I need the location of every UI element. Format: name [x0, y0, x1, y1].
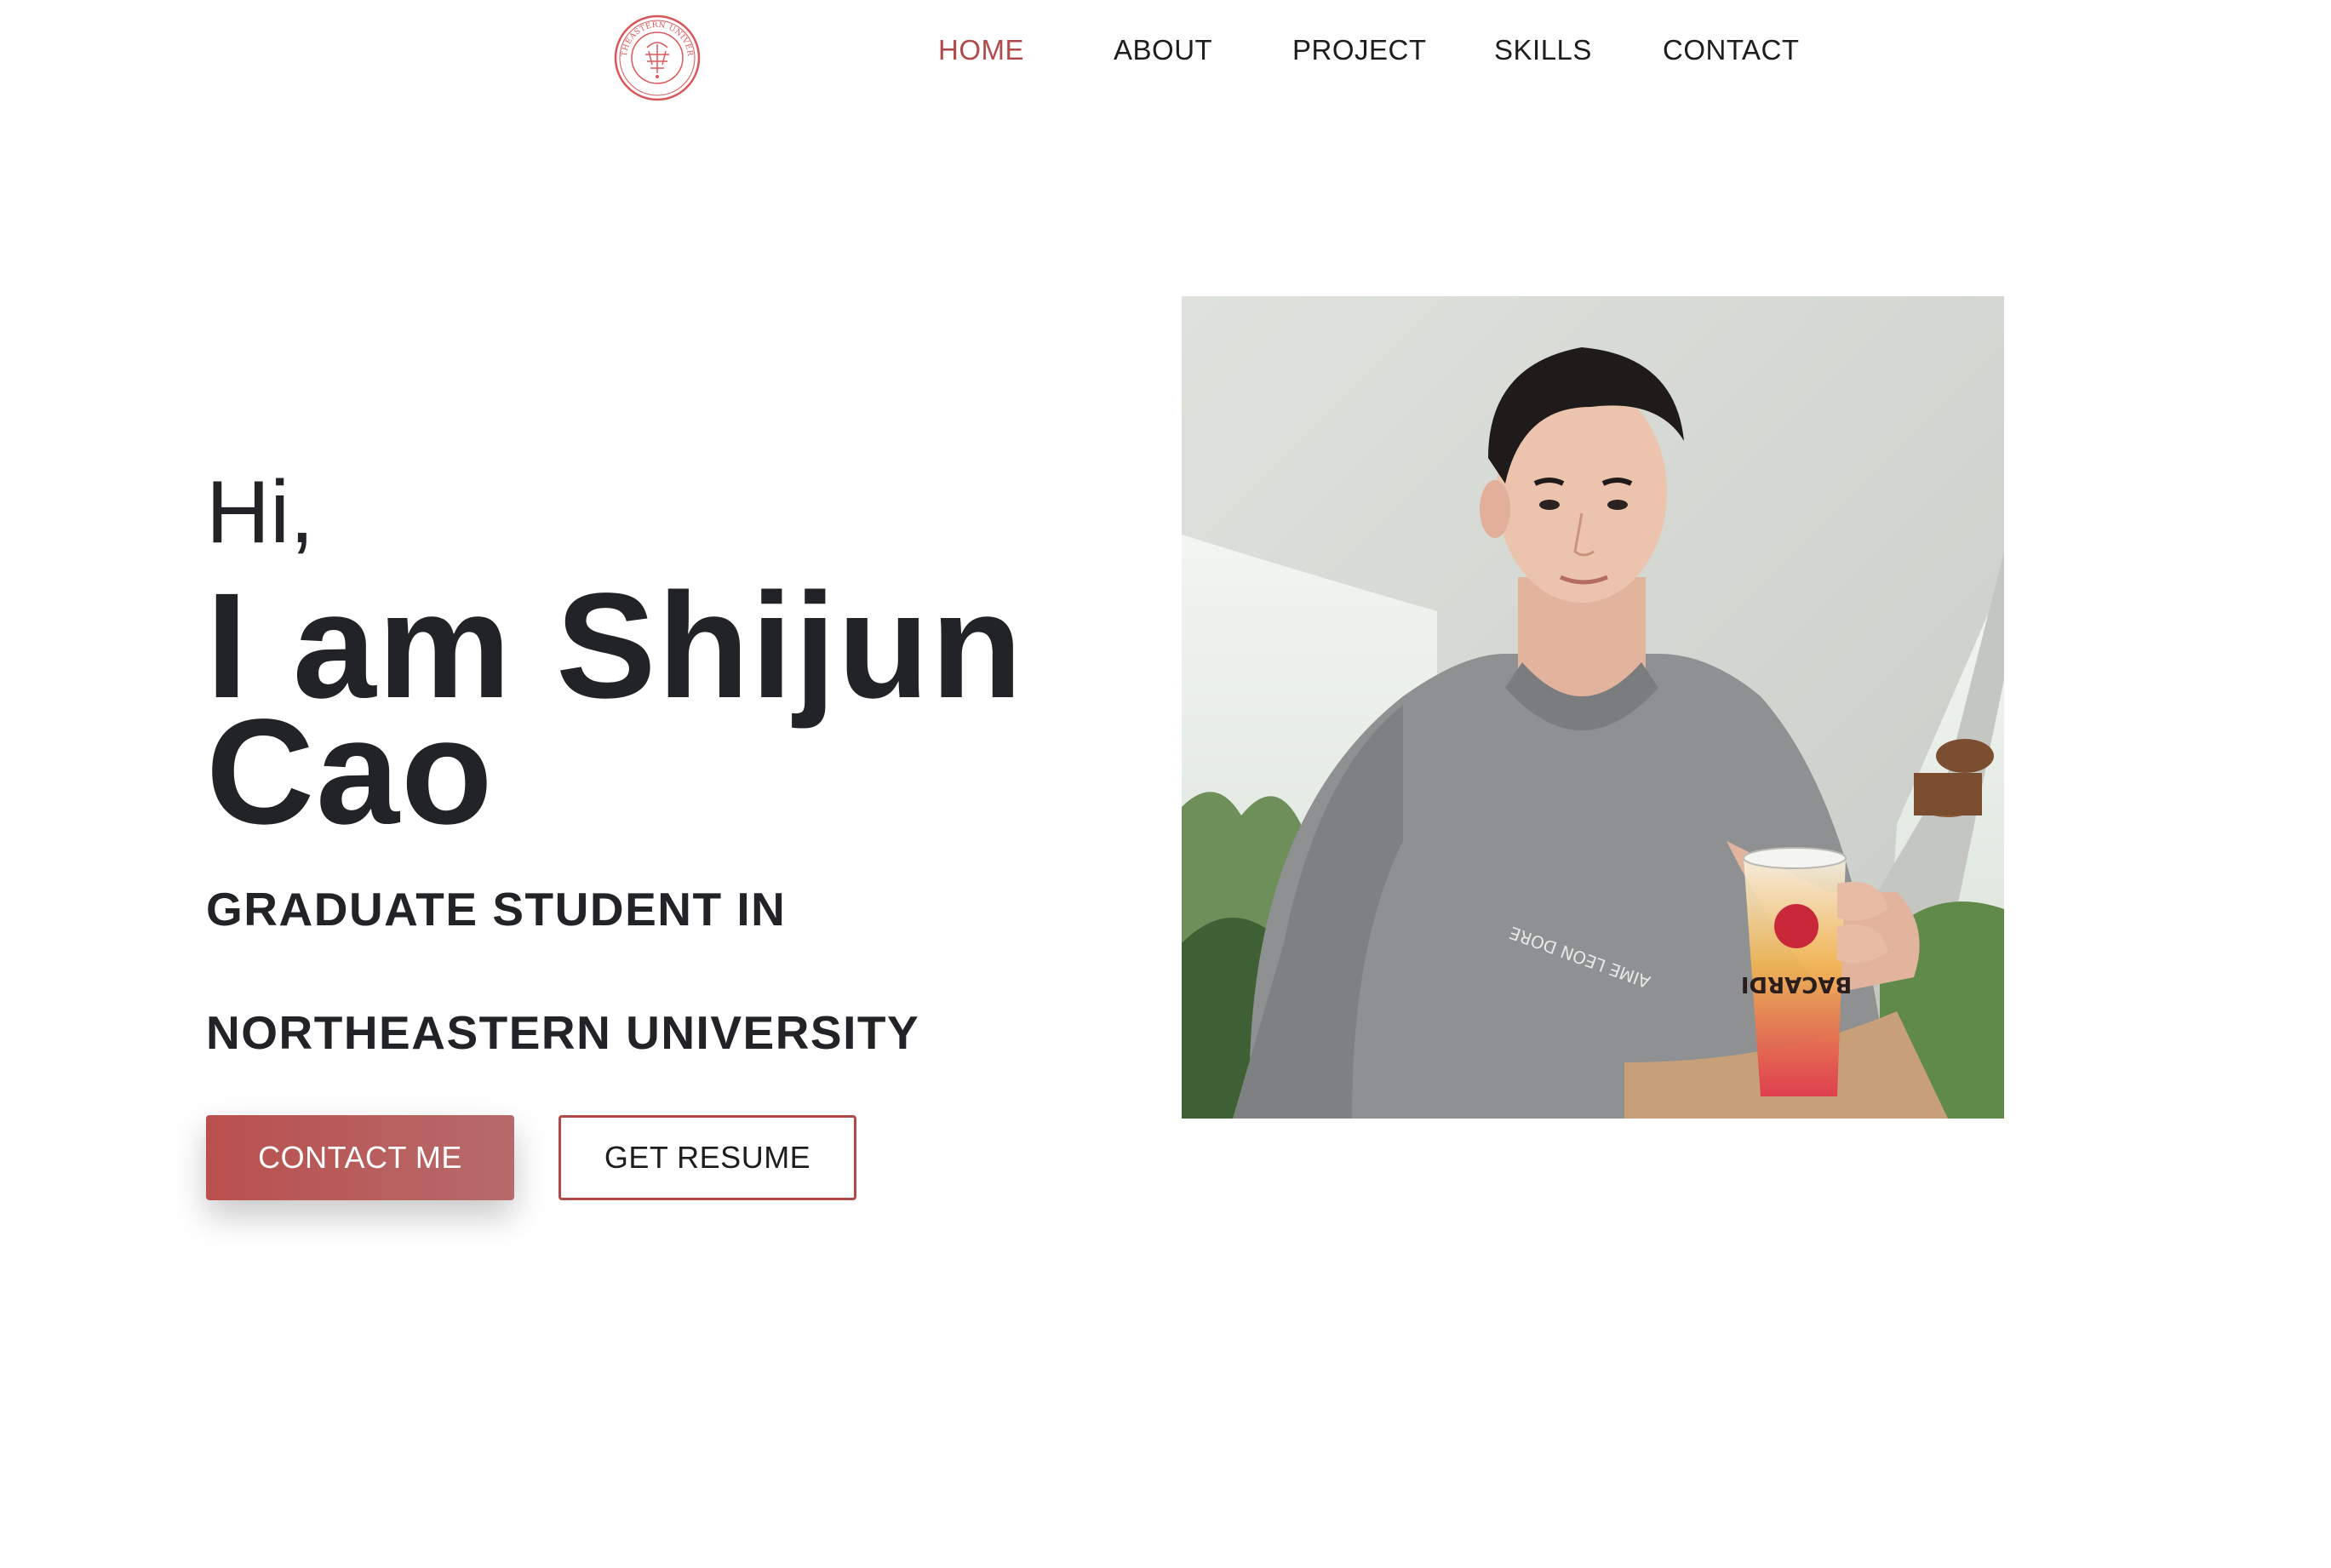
page: NORTHEASTERN UNIVERSITY HOME ABOUT PROJE… [0, 0, 2331, 1568]
portrait-photo: BACARDI AIME LEON DORE [1182, 296, 2004, 1119]
university-seal-icon: NORTHEASTERN UNIVERSITY [613, 14, 701, 101]
nav-item-project[interactable]: PROJECT [1292, 34, 1427, 66]
svg-text:BACARDI: BACARDI [1741, 971, 1852, 997]
nav-item-about[interactable]: ABOUT [1114, 34, 1212, 66]
hero-buttons: CONTACT ME GET RESUME [206, 1115, 856, 1200]
contact-me-button[interactable]: CONTACT ME [206, 1115, 514, 1200]
hero-name: I am Shijun Cao [206, 571, 1168, 847]
get-resume-button[interactable]: GET RESUME [558, 1115, 856, 1200]
hero-name-line2: Cao [206, 688, 495, 856]
nav-item-skills[interactable]: SKILLS [1494, 34, 1592, 66]
nav-item-home[interactable]: HOME [938, 34, 1024, 66]
university-seal-logo[interactable]: NORTHEASTERN UNIVERSITY [613, 14, 702, 102]
hero-intro: Hi, I am Shijun Cao GRADUATE STUDENT IN … [206, 468, 1168, 1095]
portrait-illustration: BACARDI AIME LEON DORE [1182, 296, 2004, 1119]
greeting: Hi, [206, 463, 315, 562]
hero-subtitle: GRADUATE STUDENT IN NORTHEASTERN UNIVERS… [206, 882, 920, 1059]
nav-item-contact[interactable]: CONTACT [1663, 34, 1800, 66]
